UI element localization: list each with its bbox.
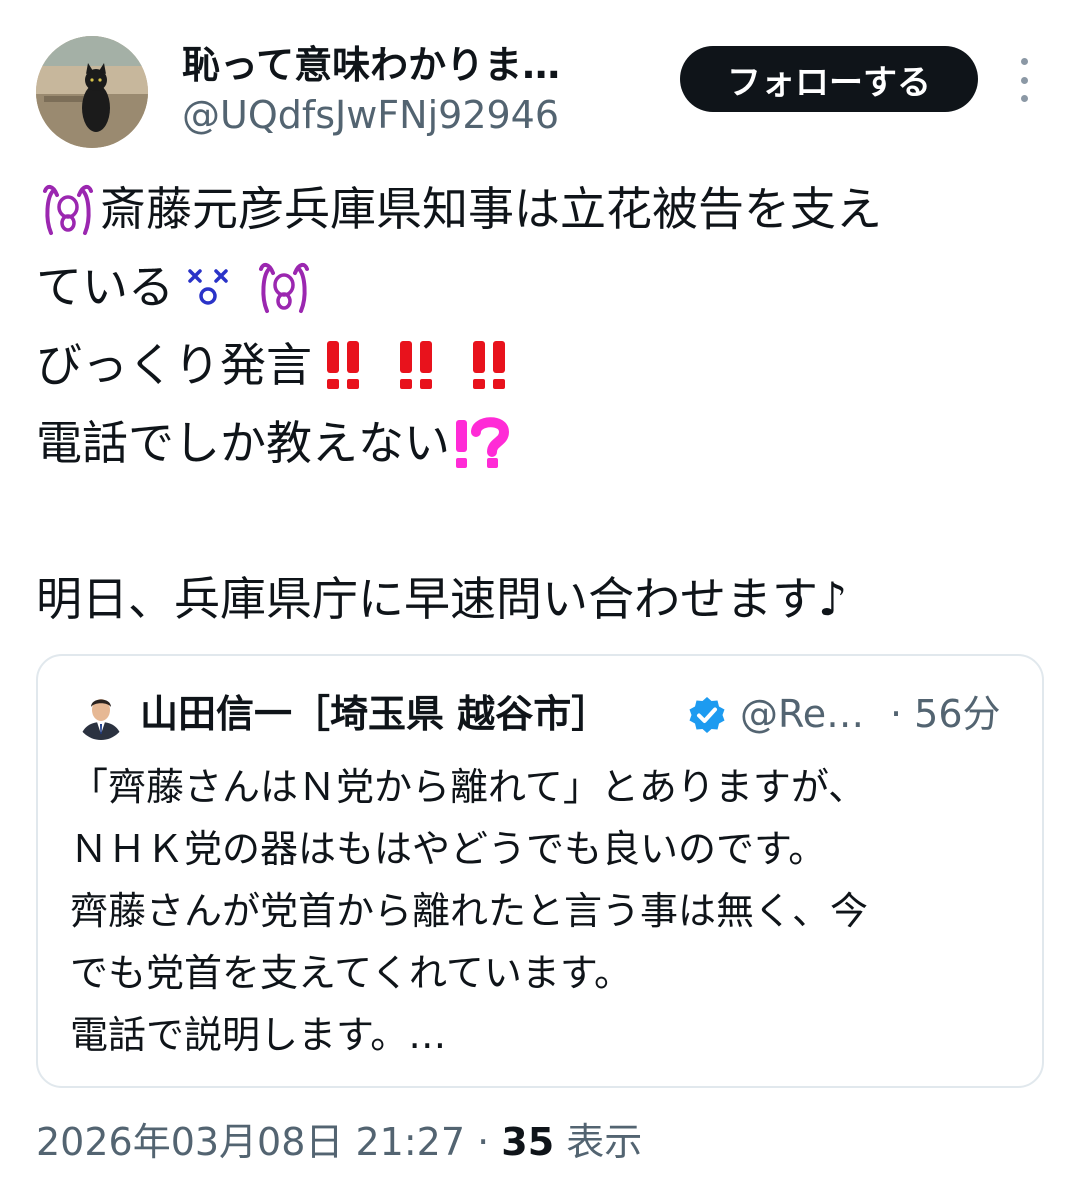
- quote-line: でも党首を支えてくれています。: [70, 951, 633, 995]
- scream-face-emoji: [255, 259, 313, 315]
- quote-author-handle: @Re…: [740, 692, 865, 736]
- tweet-text: 斎藤元彦兵庫県知事は立花被告を支え ている びっくり発言 電話でしか教えない 明…: [36, 170, 1046, 638]
- quote-author-avatar: [76, 690, 126, 740]
- author-handle[interactable]: @UQdfsJwFNj92946: [182, 92, 559, 138]
- exclamation-question-emoji: [452, 416, 510, 470]
- quoted-tweet-card[interactable]: 山田信一［埼玉県 越谷市］ @Re… · 56分 「齊藤さんはＮ党から離れて」と…: [36, 654, 1044, 1088]
- double-exclamation-emoji: [322, 339, 366, 391]
- double-exclamation-emoji: [395, 339, 439, 391]
- tweet-meta: 2026年03月08日 21:27 · 35 表示: [36, 1114, 642, 1170]
- views-count: 35: [501, 1120, 555, 1164]
- tweet-line: びっくり発言: [36, 326, 1046, 404]
- verified-badge-icon: [688, 696, 726, 734]
- quote-author-name: 山田信一［埼玉県 越谷市］: [140, 692, 610, 736]
- tweet-line-4: 電話でしか教えない: [36, 416, 450, 470]
- dizzy-face-emoji: [186, 265, 230, 309]
- tweet-line: 電話でしか教えない: [36, 404, 1046, 482]
- more-vertical-icon[interactable]: [1004, 58, 1044, 102]
- author-avatar[interactable]: [36, 36, 148, 148]
- views-label: 表示: [566, 1120, 643, 1164]
- quote-line: 「齊藤さんはＮ党から離れて」とありますが、: [70, 765, 867, 809]
- double-exclamation-emoji: [468, 339, 512, 391]
- tweet-line-2: ている: [36, 260, 174, 314]
- tweet-line-6: 明日、兵庫県庁に早速問い合わせます♪: [36, 572, 848, 626]
- quote-line: 電話で説明します。…: [70, 1013, 447, 1057]
- quote-body: 「齊藤さんはＮ党から離れて」とありますが、 ＮＨＫ党の器はもはやどうでも良いので…: [70, 756, 1020, 1066]
- tweet-line: 明日、兵庫県庁に早速問い合わせます♪: [36, 560, 1046, 638]
- tweet-line: 斎藤元彦兵庫県知事は立花被告を支え: [36, 170, 1046, 248]
- tweet-line: ている: [36, 248, 1046, 326]
- more-dot: [1020, 76, 1028, 84]
- tweet-line-1: 斎藤元彦兵庫県知事は立花被告を支え: [100, 182, 882, 236]
- more-dot: [1020, 95, 1028, 102]
- scream-face-emoji: [39, 181, 97, 237]
- follow-button[interactable]: フォローする: [680, 46, 978, 112]
- meta-separator: ·: [477, 1120, 490, 1164]
- more-dot: [1020, 58, 1028, 65]
- quote-line: 齊藤さんが党首から離れたと言う事は無く、今: [70, 889, 869, 933]
- author-display-name[interactable]: 恥って意味わかりま…: [182, 42, 560, 88]
- quote-timestamp: · 56分: [890, 692, 1001, 736]
- tweet-timestamp[interactable]: 2026年03月08日 21:27: [36, 1120, 465, 1164]
- tweet-line-3: びっくり発言: [36, 338, 312, 392]
- tweet-header: 恥って意味わかりま… @UQdfsJwFNj92946 フォローする: [0, 0, 1080, 160]
- quote-line: ＮＨＫ党の器はもはやどうでも良いのです。: [70, 827, 827, 871]
